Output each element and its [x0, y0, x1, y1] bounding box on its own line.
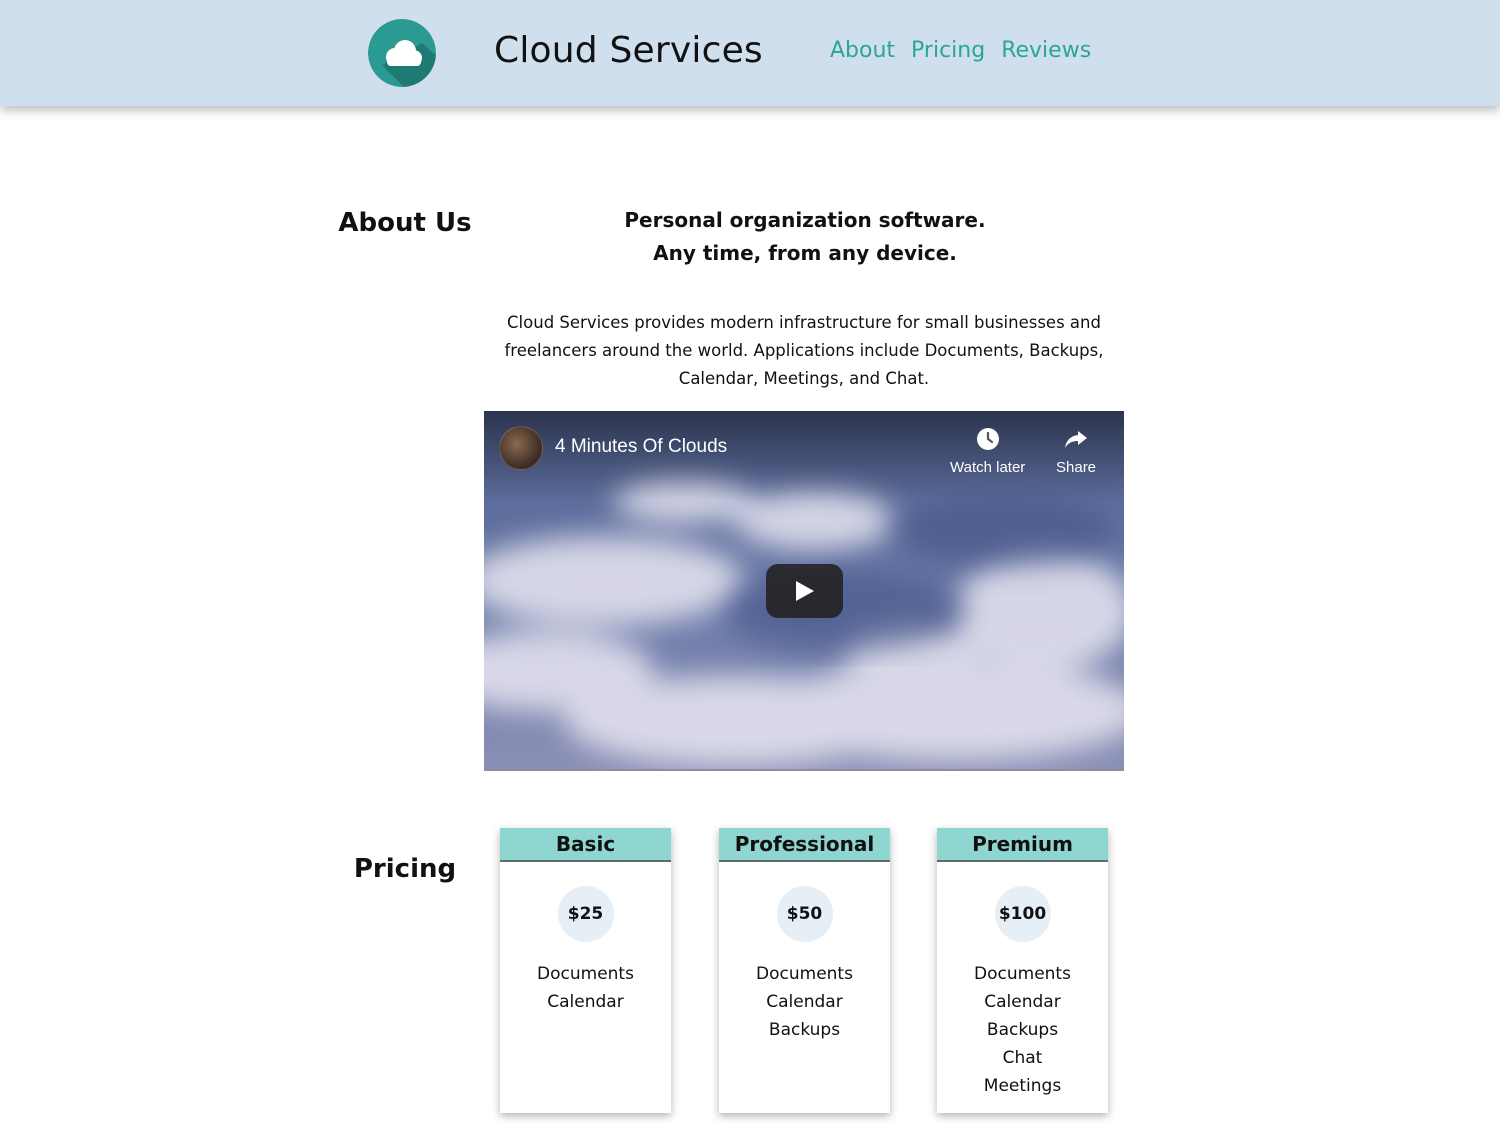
about-heading: About Us — [338, 208, 472, 238]
plan-price: $100 — [994, 886, 1051, 942]
video-divider — [484, 769, 1124, 771]
channel-avatar[interactable] — [499, 426, 543, 470]
nav-link-pricing[interactable]: Pricing — [911, 38, 985, 63]
plan-card-professional[interactable]: Professional $50 Documents Calendar Back… — [719, 828, 890, 1113]
video-player[interactable]: 4 Minutes Of Clouds Watch later Share — [484, 411, 1124, 771]
plan-feature: Calendar — [766, 992, 843, 1012]
plan-feature: Calendar — [984, 992, 1061, 1012]
share-label: Share — [1056, 459, 1097, 476]
cloud-icon[interactable] — [368, 19, 436, 87]
about-description: Cloud Services provides modern infrastru… — [504, 313, 1104, 388]
share-button[interactable]: Share — [1056, 425, 1096, 476]
share-arrow-icon — [1065, 431, 1088, 448]
plan-name: Basic — [500, 828, 671, 862]
plan-name: Professional — [719, 828, 890, 862]
main-nav: About Pricing Reviews — [830, 38, 1091, 63]
clock-icon — [976, 428, 999, 450]
plan-feature: Chat — [1002, 1048, 1043, 1068]
tagline-line-1: Personal organization software. — [624, 208, 986, 232]
plan-price: $25 — [557, 886, 614, 942]
plan-feature: Calendar — [547, 992, 624, 1012]
nav-link-reviews[interactable]: Reviews — [1001, 38, 1091, 63]
tagline: Personal organization software. Any time… — [560, 204, 1050, 270]
plan-price: $50 — [776, 886, 833, 942]
plan-feature: Documents — [974, 964, 1071, 984]
pricing-heading: Pricing — [353, 854, 457, 884]
plan-feature: Backups — [986, 1020, 1059, 1040]
plan-feature: Documents — [756, 964, 853, 984]
video-title[interactable]: 4 Minutes Of Clouds — [555, 436, 727, 458]
plan-card-premium[interactable]: Premium $100 Documents Calendar Backups … — [937, 828, 1108, 1113]
watch-later-label: Watch later — [950, 459, 1026, 476]
nav-link-about[interactable]: About — [830, 38, 895, 63]
watch-later-button[interactable]: Watch later — [950, 425, 1025, 476]
plan-name: Premium — [937, 828, 1108, 862]
plan-feature: Backups — [768, 1020, 841, 1040]
brand-title: Cloud Services — [494, 30, 763, 71]
play-icon — [795, 581, 814, 601]
plan-feature: Documents — [537, 964, 634, 984]
tagline-line-2: Any time, from any device. — [653, 241, 957, 265]
site-header: Cloud Services About Pricing Reviews — [0, 0, 1500, 106]
plan-card-basic[interactable]: Basic $25 Documents Calendar — [500, 828, 671, 1113]
play-button[interactable] — [766, 564, 843, 618]
plan-feature: Meetings — [983, 1076, 1062, 1096]
